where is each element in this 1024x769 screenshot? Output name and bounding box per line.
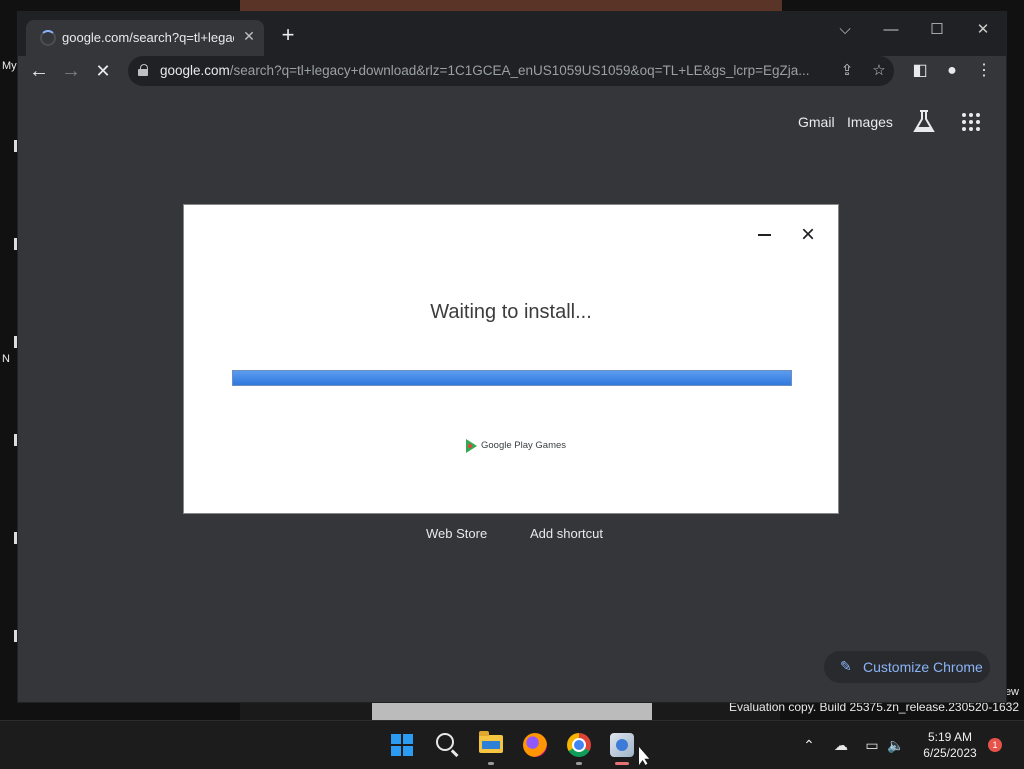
bookmark-star-icon[interactable]: ☆: [868, 60, 890, 82]
back-button[interactable]: ←: [26, 58, 52, 84]
shortcut-add[interactable]: Add shortcut: [530, 526, 603, 541]
progress-fill: [233, 371, 791, 385]
chrome-icon[interactable]: [567, 733, 591, 757]
network-icon[interactable]: ▭: [862, 735, 882, 755]
taskbar: ⌃ ☁ ▭ 🔈 5:19 AM 6/25/2023 1: [0, 720, 1024, 769]
clock-time: 5:19 AM: [927, 730, 973, 744]
close-window-button[interactable]: ✕: [965, 18, 1001, 42]
shortcut-web-store[interactable]: Web Store: [426, 526, 487, 541]
notification-badge[interactable]: 1: [988, 738, 1002, 752]
search-icon[interactable]: [436, 733, 454, 751]
clock[interactable]: 5:19 AM 6/25/2023: [915, 729, 985, 761]
firefox-icon[interactable]: [523, 733, 547, 757]
watermark-fragment: ew: [1004, 686, 1019, 698]
volume-icon[interactable]: 🔈: [886, 735, 906, 755]
tab-close-icon[interactable]: ✕: [240, 27, 258, 45]
new-tab-button[interactable]: +: [276, 24, 300, 48]
google-apps-icon[interactable]: [962, 113, 980, 131]
customize-chrome-label: Customize Chrome: [863, 659, 983, 675]
running-indicator: [488, 762, 494, 765]
install-dialog: × Waiting to install... Google Play Game…: [184, 205, 838, 513]
loading-spinner-icon: [40, 30, 56, 46]
share-icon[interactable]: ⇪: [836, 60, 858, 82]
stop-loading-button[interactable]: ✕: [90, 58, 116, 84]
tab-search-chevron-icon[interactable]: ⌵: [827, 18, 863, 42]
evaluation-watermark: Evaluation copy. Build 25375.zn_release.…: [729, 700, 1019, 714]
play-games-logo-icon: [466, 439, 477, 453]
side-panel-icon[interactable]: ◧: [908, 59, 932, 83]
tab-title: google.com/search?q=tl+legacy: [62, 30, 234, 45]
profile-icon[interactable]: ●: [940, 59, 964, 83]
show-hidden-icons-chevron-icon[interactable]: ⌃: [799, 735, 819, 755]
file-explorer-icon[interactable]: [479, 731, 503, 753]
install-progress-bar: [232, 370, 792, 386]
desktop-icon-label[interactable]: N: [2, 353, 10, 365]
wallpaper-graphic: [372, 700, 652, 720]
url-path: /search?q=tl+legacy+download&rlz=1C1GCEA…: [229, 63, 810, 78]
url-host: google.com: [160, 63, 230, 78]
maximize-button[interactable]: ☐: [919, 18, 955, 42]
dialog-minimize-button[interactable]: [752, 225, 778, 245]
active-indicator: [615, 762, 629, 765]
browser-tab[interactable]: google.com/search?q=tl+legacy ✕: [26, 20, 264, 56]
dialog-close-button[interactable]: ×: [796, 223, 820, 247]
tab-strip: google.com/search?q=tl+legacy ✕ + ⌵ — ☐ …: [18, 12, 1006, 56]
toolbar: ← → ✕ google.com/search?q=tl+legacy+down…: [18, 56, 1006, 88]
install-status-text: Waiting to install...: [430, 301, 592, 323]
onedrive-cloud-icon[interactable]: ☁: [831, 735, 851, 755]
gmail-link[interactable]: Gmail: [798, 114, 835, 130]
installer-icon[interactable]: [610, 733, 634, 757]
forward-button[interactable]: →: [58, 58, 84, 84]
images-link[interactable]: Images: [847, 114, 893, 130]
clock-date: 6/25/2023: [923, 746, 977, 760]
brand-name: Google Play Games: [481, 440, 567, 451]
menu-kebab-icon[interactable]: ⋮: [972, 59, 996, 83]
pencil-icon: ✎: [840, 658, 852, 674]
search-labs-icon[interactable]: [912, 109, 936, 135]
address-bar[interactable]: google.com/search?q=tl+legacy+download&r…: [128, 56, 894, 86]
minimize-button[interactable]: —: [873, 18, 909, 42]
desktop-icon-label[interactable]: My: [2, 60, 17, 72]
lock-icon[interactable]: [138, 64, 148, 76]
running-indicator: [576, 762, 582, 765]
url-text[interactable]: google.com/search?q=tl+legacy+download&r…: [160, 63, 828, 78]
start-icon[interactable]: [391, 734, 413, 756]
customize-chrome-button[interactable]: ✎ Customize Chrome: [824, 651, 990, 683]
